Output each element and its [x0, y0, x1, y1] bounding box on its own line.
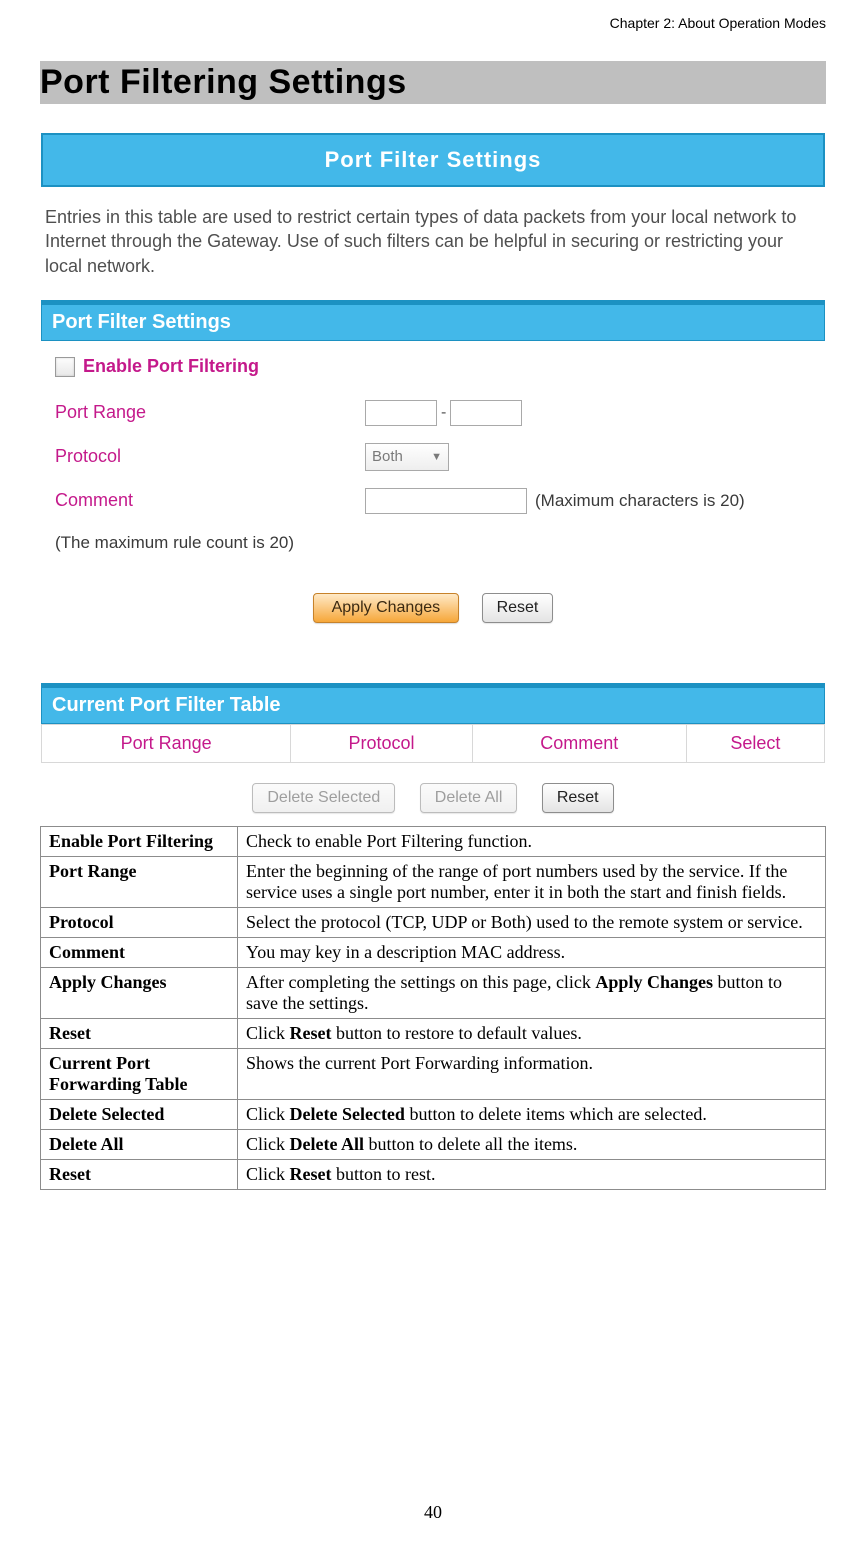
- chapter-header: Chapter 2: About Operation Modes: [40, 15, 826, 31]
- apply-changes-button[interactable]: Apply Changes: [313, 593, 460, 623]
- panel-header-table: Current Port Filter Table: [41, 687, 825, 724]
- table-row: Delete AllClick Delete All button to del…: [41, 1129, 826, 1159]
- definition-term: Port Range: [41, 856, 238, 907]
- table-row: Enable Port FilteringCheck to enable Por…: [41, 826, 826, 856]
- definition-term: Current Port Forwarding Table: [41, 1048, 238, 1099]
- protocol-select-value: Both: [372, 448, 403, 465]
- table-row: ResetClick Reset button to rest.: [41, 1159, 826, 1189]
- definition-desc: Click Delete All button to delete all th…: [238, 1129, 826, 1159]
- definition-desc: After completing the settings on this pa…: [238, 967, 826, 1018]
- definition-term: Enable Port Filtering: [41, 826, 238, 856]
- port-range-label: Port Range: [55, 402, 365, 423]
- table-row: ProtocolSelect the protocol (TCP, UDP or…: [41, 907, 826, 937]
- port-range-start-input[interactable]: [365, 400, 437, 426]
- definition-term: Delete All: [41, 1129, 238, 1159]
- comment-input[interactable]: [365, 488, 527, 514]
- table-row: ResetClick Reset button to restore to de…: [41, 1018, 826, 1048]
- col-select: Select: [686, 724, 824, 762]
- definition-desc: Shows the current Port Forwarding inform…: [238, 1048, 826, 1099]
- panel-header-settings: Port Filter Settings: [41, 304, 825, 341]
- protocol-select[interactable]: Both ▼: [365, 443, 449, 471]
- col-comment: Comment: [472, 724, 686, 762]
- port-filter-embed: Port Filter Settings Entries in this tab…: [40, 132, 826, 824]
- table-row: Delete SelectedClick Delete Selected but…: [41, 1099, 826, 1129]
- table-row: Current Port Forwarding TableShows the c…: [41, 1048, 826, 1099]
- port-range-end-input[interactable]: [450, 400, 522, 426]
- chevron-down-icon: ▼: [431, 451, 442, 463]
- reset-button-bottom[interactable]: Reset: [542, 783, 614, 813]
- current-port-filter-table: Port Range Protocol Comment Select: [41, 724, 825, 763]
- col-port-range: Port Range: [42, 724, 291, 762]
- comment-label: Comment: [55, 490, 365, 511]
- table-row: Apply ChangesAfter completing the settin…: [41, 967, 826, 1018]
- section-title: Port Filtering Settings: [40, 61, 826, 104]
- definition-term: Reset: [41, 1159, 238, 1189]
- dash-icon: -: [437, 404, 450, 422]
- table-row: CommentYou may key in a description MAC …: [41, 937, 826, 967]
- delete-all-button[interactable]: Delete All: [420, 783, 518, 813]
- definition-desc: Click Delete Selected button to delete i…: [238, 1099, 826, 1129]
- rule-count-note: (The maximum rule count is 20): [55, 529, 811, 563]
- reset-button-top[interactable]: Reset: [482, 593, 554, 623]
- protocol-label: Protocol: [55, 446, 365, 467]
- delete-selected-button[interactable]: Delete Selected: [252, 783, 395, 813]
- definition-desc: Click Reset button to restore to default…: [238, 1018, 826, 1048]
- form-area: Enable Port Filtering Port Range - Proto…: [41, 341, 825, 569]
- enable-port-filtering-label: Enable Port Filtering: [83, 356, 259, 377]
- definitions-table: Enable Port FilteringCheck to enable Por…: [40, 826, 826, 1190]
- definition-desc: Select the protocol (TCP, UDP or Both) u…: [238, 907, 826, 937]
- definition-desc: Enter the beginning of the range of port…: [238, 856, 826, 907]
- table-row: Port RangeEnter the beginning of the ran…: [41, 856, 826, 907]
- definition-term: Delete Selected: [41, 1099, 238, 1129]
- definition-term: Protocol: [41, 907, 238, 937]
- definition-term: Apply Changes: [41, 967, 238, 1018]
- intro-text: Entries in this table are used to restri…: [41, 187, 825, 300]
- definition-desc: You may key in a description MAC address…: [238, 937, 826, 967]
- definition-desc: Click Reset button to rest.: [238, 1159, 826, 1189]
- enable-port-filtering-checkbox[interactable]: [55, 357, 75, 377]
- definition-term: Reset: [41, 1018, 238, 1048]
- title-bar: Port Filter Settings: [41, 133, 825, 187]
- col-protocol: Protocol: [291, 724, 473, 762]
- definition-term: Comment: [41, 937, 238, 967]
- comment-hint: (Maximum characters is 20): [535, 491, 745, 511]
- definition-desc: Check to enable Port Filtering function.: [238, 826, 826, 856]
- page-number: 40: [0, 1502, 866, 1523]
